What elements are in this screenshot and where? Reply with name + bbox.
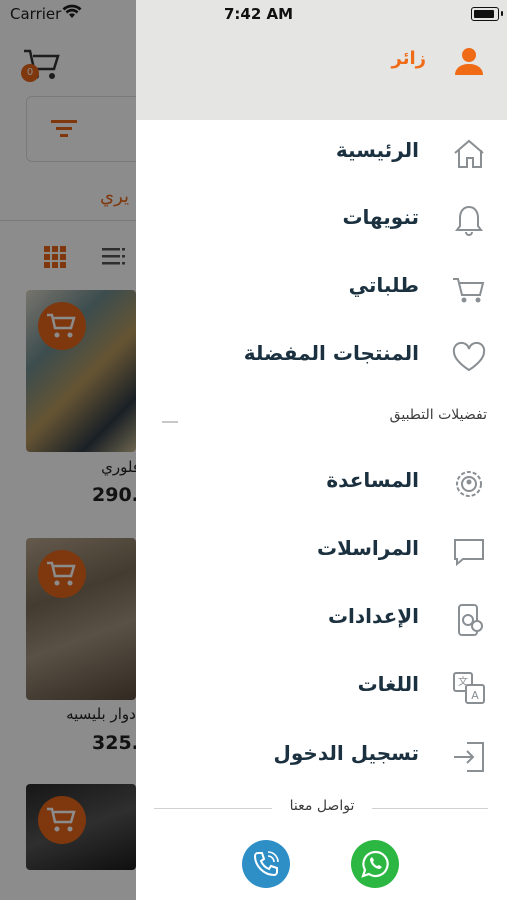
divider xyxy=(154,808,272,809)
menu-item-label: الرئيسية xyxy=(335,138,419,162)
menu-item-label: تنويهات xyxy=(342,205,419,229)
menu-item-messages[interactable]: المراسلات xyxy=(136,522,507,582)
whatsapp-icon xyxy=(361,850,389,878)
side-drawer: زائر الرئيسية تنويهات طلباتي المنتجات ال… xyxy=(136,0,507,900)
menu-item-label: المنتجات المفضلة xyxy=(243,341,419,365)
menu-item-home[interactable]: الرئيسية xyxy=(136,124,507,184)
user-icon xyxy=(455,48,483,75)
menu-item-label: تسجيل الدخول xyxy=(273,741,419,765)
bell-icon xyxy=(455,205,483,236)
clock: 7:42 AM xyxy=(224,5,294,23)
whatsapp-button[interactable] xyxy=(351,840,399,888)
translate-icon: A 文 xyxy=(453,672,485,704)
menu-item-settings[interactable]: الإعدادات xyxy=(136,590,507,650)
menu-item-login[interactable]: تسجيل الدخول xyxy=(136,727,507,787)
heart-icon xyxy=(452,341,486,372)
settings-icon xyxy=(458,604,483,636)
menu-item-favorites[interactable]: المنتجات المفضلة xyxy=(136,327,507,387)
menu-item-help[interactable]: المساعدة xyxy=(136,454,507,514)
carrier-label: Carrier xyxy=(10,5,62,23)
menu-item-notifications[interactable]: تنويهات xyxy=(136,191,507,251)
wifi-icon xyxy=(62,4,82,18)
cart-icon xyxy=(453,278,485,303)
menu-item-label: المراسلات xyxy=(316,536,419,560)
svg-text:A: A xyxy=(471,689,479,702)
divider xyxy=(372,808,488,809)
login-icon xyxy=(454,742,484,772)
menu-item-my-orders[interactable]: طلباتي xyxy=(136,259,507,319)
section-title: تفضيلات التطبيق xyxy=(389,407,487,423)
svg-text:文: 文 xyxy=(458,675,468,688)
menu-item-label: طلباتي xyxy=(348,273,419,297)
status-bar: Carrier 7:42 AM xyxy=(0,0,507,28)
help-gear-icon xyxy=(456,471,482,497)
user-name: زائر xyxy=(391,48,427,69)
home-icon xyxy=(454,139,484,168)
menu-item-label: المساعدة xyxy=(326,468,419,492)
battery-icon xyxy=(471,7,503,21)
menu-item-label: اللغات xyxy=(357,672,419,696)
call-button[interactable] xyxy=(242,840,290,888)
chat-icon xyxy=(454,539,484,567)
contact-label: تواصل معنا xyxy=(289,798,355,814)
section-divider xyxy=(162,421,178,423)
menu-item-languages[interactable]: اللغات A 文 xyxy=(136,658,507,718)
phone-icon xyxy=(253,851,279,877)
menu-item-label: الإعدادات xyxy=(327,604,419,628)
